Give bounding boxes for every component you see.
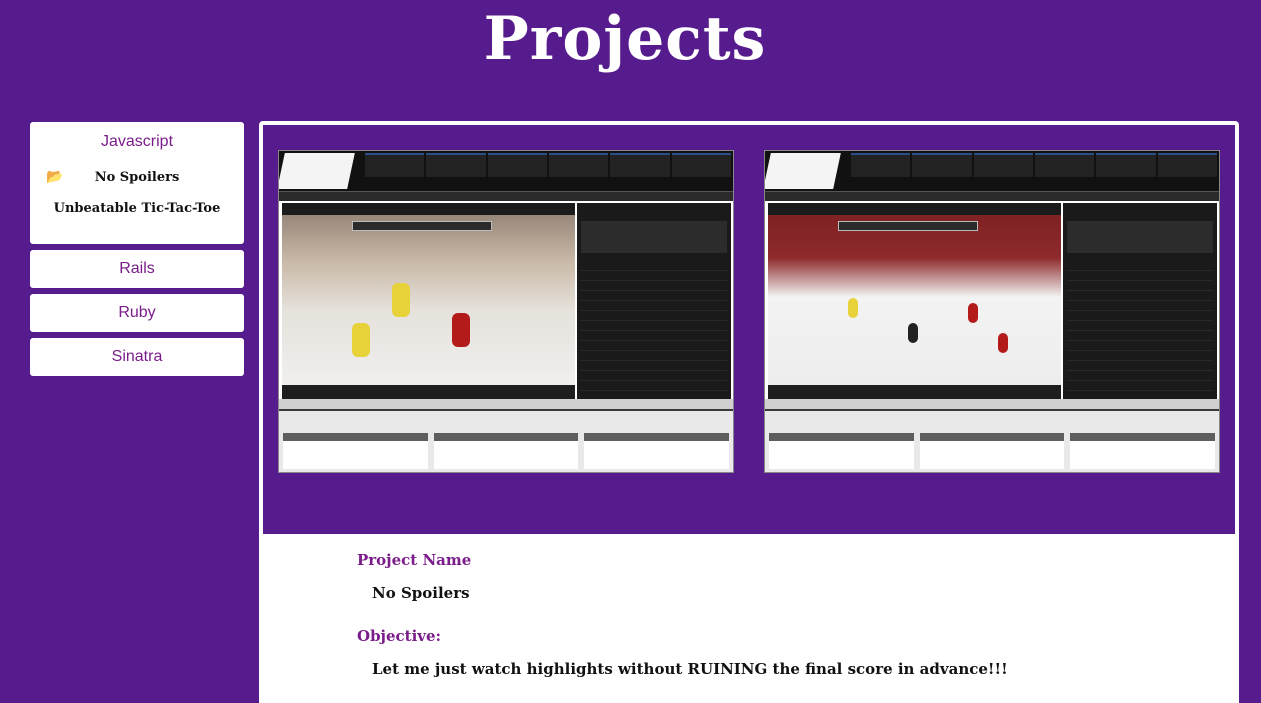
- project-name-label: Project Name: [357, 551, 472, 569]
- folder-open-icon: 📂: [46, 169, 64, 185]
- nhl-header: [765, 151, 1219, 191]
- project-panel: Project Name No Spoilers Objective: Let …: [259, 121, 1239, 703]
- now-playing-panel: [1063, 203, 1217, 399]
- category-card-rails: Rails: [30, 250, 244, 288]
- now-playing-panel: [577, 203, 731, 399]
- objective-label: Objective:: [357, 627, 442, 645]
- category-link-ruby[interactable]: Ruby: [30, 294, 244, 332]
- nhl-logo: [279, 153, 355, 189]
- screenshot-gallery: [263, 125, 1235, 534]
- project-link-tic-tac-toe[interactable]: Unbeatable Tic-Tac-Toe: [30, 193, 244, 224]
- project-link-no-spoilers[interactable]: 📂 No Spoilers: [30, 162, 244, 193]
- project-screenshot-2[interactable]: [764, 150, 1220, 473]
- nhl-header: [279, 151, 733, 191]
- games-strip: [279, 399, 733, 472]
- project-label: Unbeatable Tic-Tac-Toe: [53, 201, 221, 216]
- nhl-nav-bar: [279, 191, 733, 201]
- category-card-javascript: Javascript 📂 No Spoilers Unbeatable Tic-…: [30, 122, 244, 244]
- nhl-nav-bar: [765, 191, 1219, 201]
- score-ticker: [365, 153, 731, 177]
- project-name: No Spoilers: [372, 584, 470, 602]
- category-link-sinatra[interactable]: Sinatra: [30, 338, 244, 376]
- score-ticker: [851, 153, 1217, 177]
- games-strip: [765, 399, 1219, 472]
- project-sidebar: Javascript 📂 No Spoilers Unbeatable Tic-…: [30, 122, 244, 382]
- objective-text: Let me just watch highlights without RUI…: [372, 660, 1008, 678]
- page-title: Projects: [483, 4, 767, 74]
- nhl-logo: [765, 153, 841, 189]
- category-link-javascript[interactable]: Javascript: [30, 122, 244, 162]
- category-card-ruby: Ruby: [30, 294, 244, 332]
- video-player: [282, 203, 575, 399]
- category-link-rails[interactable]: Rails: [30, 250, 244, 288]
- project-screenshot-1[interactable]: [278, 150, 734, 473]
- project-label: No Spoilers: [94, 170, 180, 185]
- video-player: [768, 203, 1061, 399]
- category-card-sinatra: Sinatra: [30, 338, 244, 376]
